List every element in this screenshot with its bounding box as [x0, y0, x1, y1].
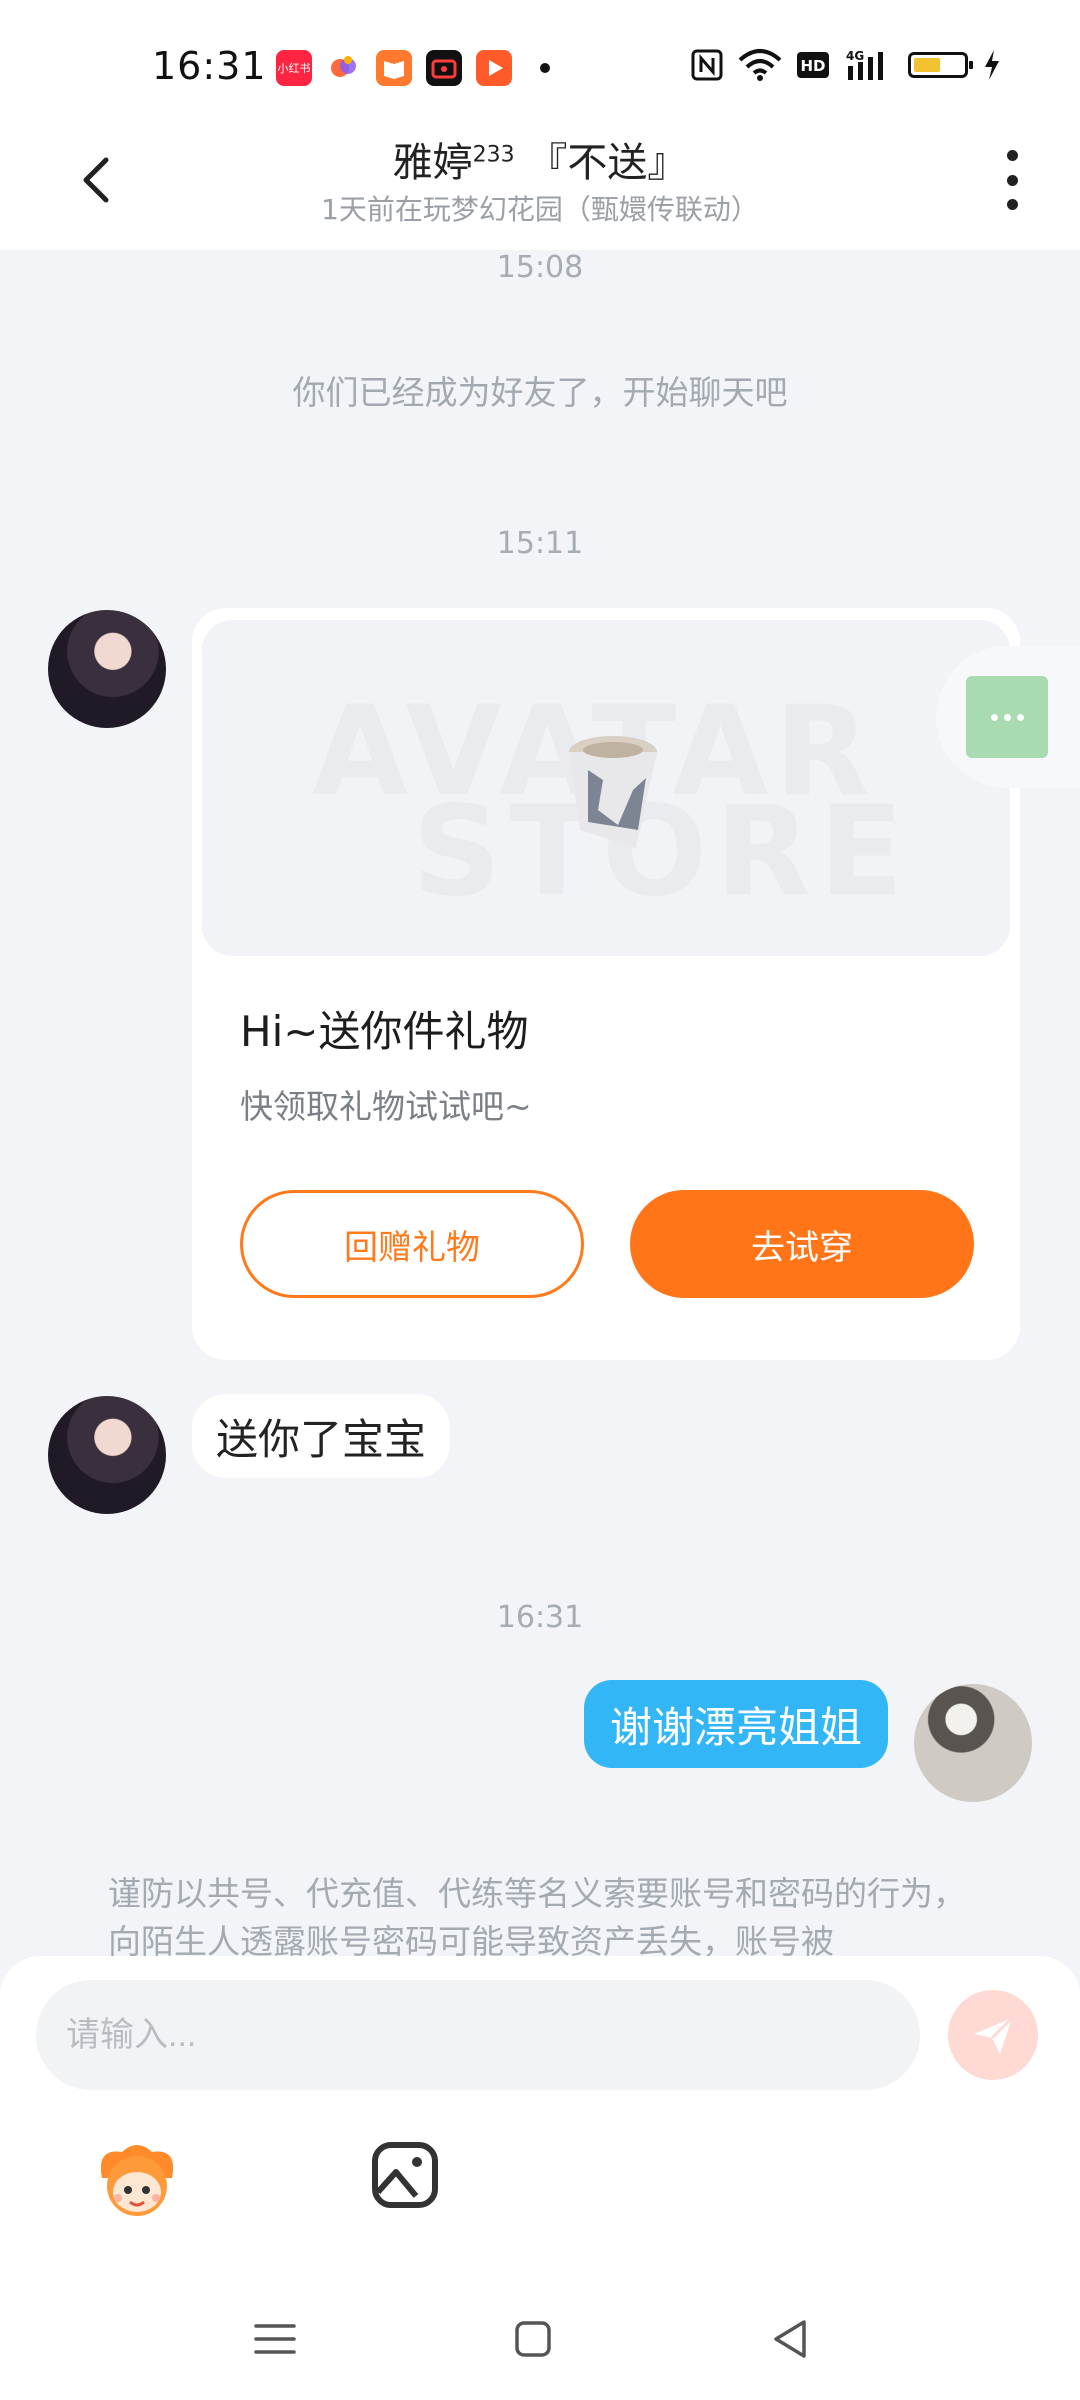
- my-message-bubble: 谢谢漂亮姐姐: [583, 1680, 888, 1768]
- gift-image: AVATAR STORE: [202, 620, 1010, 956]
- my-avatar[interactable]: [914, 1684, 1032, 1802]
- chat-header: 雅婷233 『不送』 1天前在玩梦幻花园（甄嬛传联动）: [0, 130, 1080, 250]
- status-bar: 16:31 小红书 HD 4G: [0, 0, 1080, 130]
- friend-avatar[interactable]: [48, 1396, 166, 1514]
- status-time: 16:31: [152, 44, 267, 88]
- gift-card-description: 快领取礼物试试吧~: [240, 1087, 532, 1126]
- system-icons: HD 4G: [690, 48, 1002, 82]
- gift-card-title: Hi~送你件礼物: [240, 1007, 529, 1056]
- reader-icon: [376, 50, 412, 86]
- security-warning: 谨防以共号、代充值、代练等名义索要账号和密码的行为，向陌生人透露账号密码可能导致…: [108, 1874, 966, 1961]
- charging-icon: [985, 50, 999, 80]
- send-icon: [974, 2016, 1014, 2054]
- friend-status-tag: 『不送』: [514, 140, 688, 186]
- send-button[interactable]: [948, 1990, 1038, 2080]
- battery-icon: [908, 52, 973, 78]
- timestamp: 15:08: [496, 250, 584, 285]
- floating-menu-button[interactable]: [936, 646, 1080, 788]
- video-play-icon: [476, 50, 512, 86]
- return-gift-button[interactable]: 回赠礼物: [240, 1190, 584, 1298]
- system-nav-bar: [0, 2280, 1080, 2400]
- nfc-icon: [691, 49, 723, 81]
- svg-text:4G: 4G: [846, 49, 864, 63]
- notification-dot: [540, 63, 550, 73]
- svg-text:HD: HD: [800, 57, 825, 75]
- friend-name-sup: 233: [472, 142, 515, 168]
- chat-title: 雅婷233 『不送』: [0, 130, 1080, 188]
- assistant-icon: [326, 50, 362, 86]
- gift-item-icon: [569, 736, 657, 848]
- more-options-icon[interactable]: [992, 150, 1032, 210]
- image-picker-icon[interactable]: [370, 2140, 440, 2210]
- back-nav-icon[interactable]: [766, 2314, 816, 2364]
- 4g-signal-icon: 4G: [846, 49, 883, 80]
- notification-app-icons: 小红书: [276, 50, 550, 86]
- timestamp: 16:31: [496, 1600, 584, 1635]
- home-icon[interactable]: [508, 2314, 558, 2364]
- video-recorder-icon: [426, 50, 462, 86]
- gift-card[interactable]: AVATAR STORE Hi~送你件礼物 快领取礼物试试吧~ 回赠礼物 去试穿: [192, 608, 1020, 1360]
- friend-avatar[interactable]: [48, 610, 166, 728]
- friend-name: 雅婷: [392, 140, 473, 186]
- more-icon: [966, 676, 1048, 758]
- mascot-emoji-icon[interactable]: [92, 2138, 182, 2222]
- timestamp: 15:11: [496, 526, 584, 561]
- xiaohongshu-icon: 小红书: [276, 50, 312, 86]
- menu-icon[interactable]: [250, 2314, 300, 2364]
- friend-message-bubble: 送你了宝宝: [192, 1394, 451, 1478]
- wifi-icon: [738, 49, 782, 81]
- try-on-button[interactable]: 去试穿: [630, 1190, 974, 1298]
- system-message: 你们已经成为好友了，开始聊天吧: [292, 373, 788, 412]
- friend-activity: 1天前在玩梦幻花园（甄嬛传联动）: [321, 193, 759, 226]
- hd-icon: HD: [797, 52, 829, 78]
- message-input[interactable]: [36, 1980, 920, 2090]
